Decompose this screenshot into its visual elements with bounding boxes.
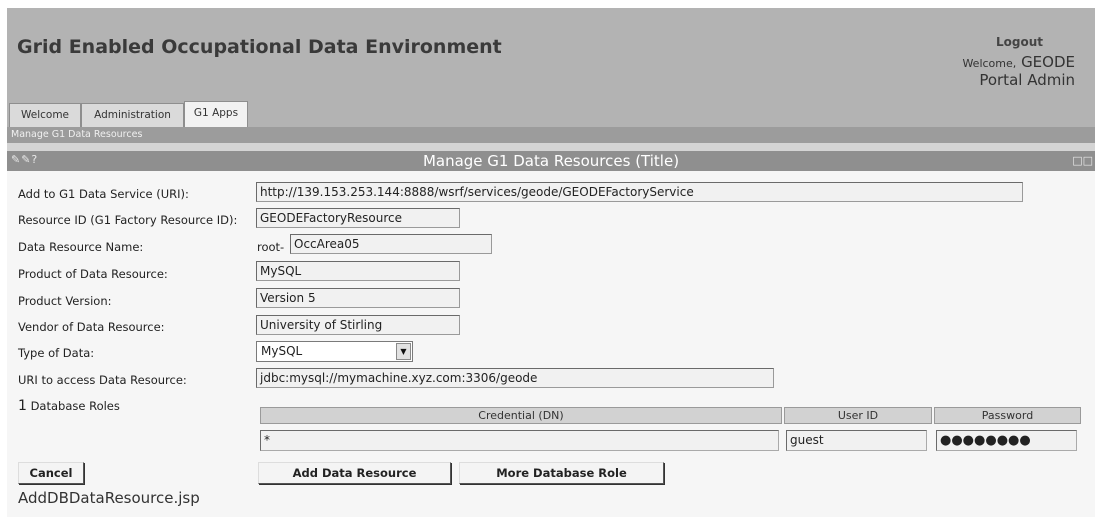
tab-welcome[interactable]: Welcome (9, 103, 81, 127)
jsp-file-name: AddDBDataResource.jsp (18, 489, 200, 507)
data-type-value: MySQL (261, 344, 303, 358)
resource-name-prefix: root- (257, 240, 285, 254)
database-roles-label: 1 Database Roles (18, 398, 120, 414)
service-uri-input[interactable]: http://139.153.253.144:8888/wsrf/service… (256, 182, 1023, 202)
resource-id-input[interactable]: GEODEFactoryResource (256, 208, 460, 228)
add-data-resource-button[interactable]: Add Data Resource (258, 462, 451, 484)
service-uri-label: Add to G1 Data Service (URI): (18, 187, 189, 201)
version-label: Product Version: (18, 294, 112, 308)
breadcrumb-bar: Manage G1 Data Resources (7, 127, 1095, 143)
welcome-user-role: Portal Admin (979, 71, 1075, 89)
credential-column-header: Credential (DN) (260, 407, 782, 424)
data-type-select[interactable]: MySQL ▼ (256, 341, 413, 362)
welcome-prefix: Welcome, (962, 57, 1017, 70)
password-masked-value: ●●●●●●●● (940, 433, 1031, 448)
portlet-title: Manage G1 Data Resources (Title) (422, 152, 680, 170)
user-id-input[interactable]: guest (786, 430, 927, 451)
portal-header: Grid Enabled Occupational Data Environme… (7, 8, 1095, 127)
separator (7, 143, 1095, 151)
database-roles-count: 1 (18, 398, 27, 414)
vendor-input[interactable]: University of Stirling (256, 315, 460, 335)
password-input[interactable]: ●●●●●●●● (936, 430, 1077, 451)
window-controls-icon[interactable]: □□ (1072, 154, 1093, 167)
resource-id-label: Resource ID (G1 Factory Resource ID): (18, 213, 238, 227)
portlet-title-bar: Manage G1 Data Resources (Title) ✎✎? □□ (7, 151, 1095, 171)
resource-name-label: Data Resource Name: (18, 240, 144, 254)
welcome-text: Welcome, GEODE Portal Admin (962, 54, 1075, 88)
access-uri-label: URI to access Data Resource: (18, 373, 187, 387)
portlet-edit-help-icons[interactable]: ✎✎? (11, 153, 38, 166)
cancel-button[interactable]: Cancel (18, 462, 84, 484)
product-label: Product of Data Resource: (18, 267, 168, 281)
access-uri-input[interactable]: jdbc:mysql://mymachine.xyz.com:3306/geod… (256, 368, 774, 388)
tab-administration[interactable]: Administration (81, 103, 184, 127)
database-roles-text: Database Roles (30, 399, 120, 413)
logout-link[interactable]: Logout (996, 35, 1043, 49)
version-input[interactable]: Version 5 (256, 288, 460, 308)
tab-g1-apps[interactable]: G1 Apps (184, 101, 248, 127)
password-column-header: Password (934, 407, 1081, 424)
data-type-label: Type of Data: (18, 346, 95, 360)
app-title: Grid Enabled Occupational Data Environme… (17, 36, 502, 58)
portal-frame: Grid Enabled Occupational Data Environme… (7, 8, 1095, 517)
dropdown-arrow-icon[interactable]: ▼ (396, 343, 411, 360)
resource-name-input[interactable]: OccArea05 (290, 234, 492, 254)
user-id-column-header: User ID (784, 407, 932, 424)
vendor-label: Vendor of Data Resource: (18, 320, 165, 334)
more-database-role-button[interactable]: More Database Role (459, 462, 664, 484)
welcome-user-name: GEODE (1021, 53, 1075, 71)
data-resource-form: Add to G1 Data Service (URI): http://139… (7, 171, 1095, 517)
product-input[interactable]: MySQL (256, 261, 460, 281)
breadcrumb[interactable]: Manage G1 Data Resources (11, 129, 142, 140)
credential-input[interactable]: * (260, 430, 779, 451)
